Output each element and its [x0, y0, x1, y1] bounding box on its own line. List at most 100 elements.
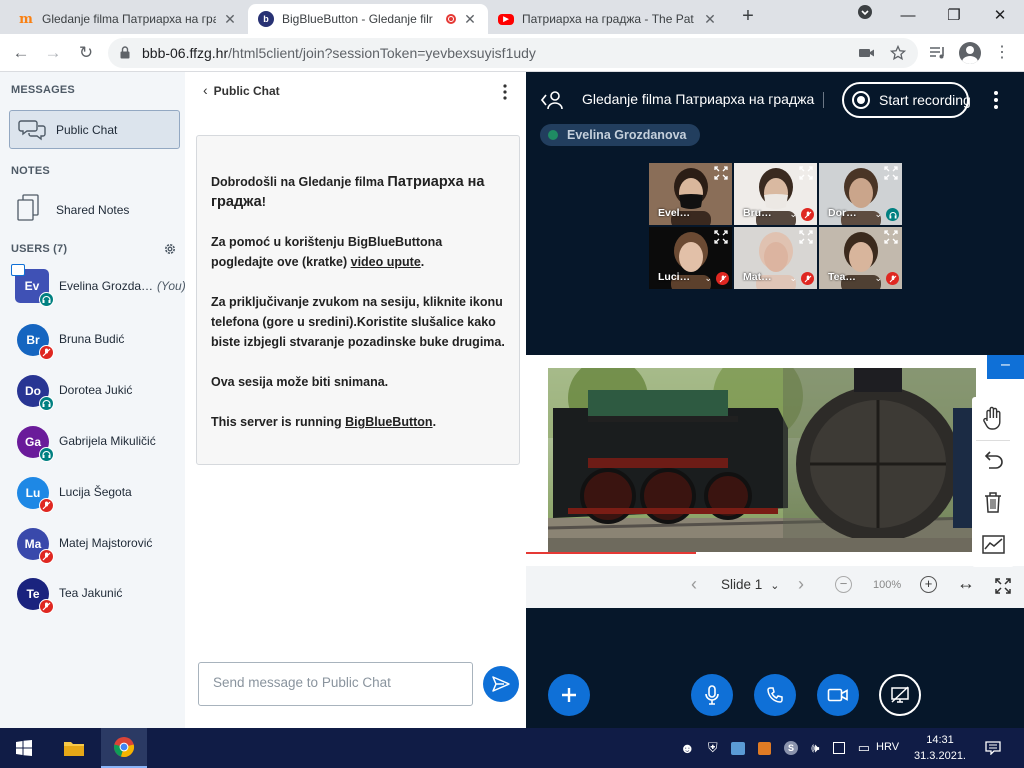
fullscreen-icon[interactable] [714, 230, 728, 244]
sidebar-item-shared-notes[interactable]: Shared Notes [9, 191, 180, 227]
user-name-text: Tea Jakunić [59, 586, 123, 600]
start-recording-label: Start recording [879, 92, 971, 108]
forward-button[interactable]: → [42, 42, 64, 64]
user-list-item[interactable]: Ev Evelina Grozda… (You) [0, 264, 186, 309]
browser-tab-bigbluebutton[interactable]: b BigBlueButton - Gledanje filr ✕ [248, 4, 488, 34]
send-message-button[interactable] [483, 666, 519, 702]
zoom-in-icon[interactable]: + [920, 576, 937, 593]
webcam-tile[interactable]: Mat… ⌄ [734, 227, 817, 289]
talking-indicator[interactable]: Evelina Grozdanova [540, 124, 701, 146]
meeting-options-icon[interactable] [991, 90, 1001, 110]
webcam-user-name: Evel… [658, 207, 691, 219]
clock[interactable]: 14:31 31.3.2021. [906, 732, 974, 764]
restore-window-button[interactable]: ❐ [934, 4, 974, 28]
windows-taskbar: ☻ ⛨ S 🕪 ▭ HRV 14:31 31.3.2021. [0, 728, 1024, 768]
undo-button[interactable] [976, 443, 1010, 477]
user-list-item[interactable]: Br Bruna Budić [0, 318, 185, 362]
minimize-window-button[interactable]: — [888, 4, 928, 28]
speaker-icon[interactable]: 🕪 [811, 740, 819, 756]
camera-permission-icon[interactable] [858, 46, 876, 60]
star-icon[interactable] [890, 45, 906, 61]
zoom-out-icon[interactable]: − [835, 576, 852, 593]
multi-user-whiteboard-button[interactable] [976, 527, 1010, 561]
bigbluebutton-link[interactable]: BigBlueButton [345, 415, 432, 429]
fullscreen-icon[interactable] [995, 578, 1011, 594]
fit-to-width-icon[interactable]: ↔ [957, 573, 975, 594]
fullscreen-icon[interactable] [714, 166, 728, 180]
close-tab-icon[interactable]: ✕ [462, 11, 478, 28]
tray-device-icon[interactable] [832, 742, 845, 754]
tray-app-icon[interactable] [730, 741, 745, 755]
clear-annotations-button[interactable] [976, 485, 1010, 519]
slide-selector[interactable]: Slide 1 ⌄ [721, 577, 780, 592]
welcome-message: Dobrodošli na Gledanje filma Патриарха н… [196, 135, 520, 465]
browser-tab-moodle[interactable]: m Gledanje filma Патриарха на граде ✕ [8, 4, 248, 34]
chevron-down-icon[interactable]: ⌄ [874, 209, 882, 220]
fullscreen-icon[interactable] [884, 230, 898, 244]
fullscreen-icon[interactable] [799, 166, 813, 180]
chevron-down-icon[interactable]: ⌄ [789, 209, 797, 220]
chevron-down-icon[interactable]: ⌄ [789, 273, 797, 284]
taskbar-chrome[interactable] [101, 728, 147, 768]
share-webcam-button[interactable] [817, 674, 859, 716]
start-button[interactable] [0, 728, 48, 768]
user-list-item[interactable]: Do Dorotea Jukić [0, 369, 185, 413]
tray-security-icon[interactable]: ⛨ [708, 740, 718, 756]
muted-mic-icon [801, 272, 814, 285]
chat-title: Public Chat [213, 84, 280, 98]
share-screen-button[interactable] [879, 674, 921, 716]
language-indicator[interactable]: HRV [876, 741, 899, 753]
notifications-button[interactable] [978, 728, 1008, 768]
reload-button[interactable]: ↻ [75, 42, 97, 64]
trash-icon [985, 492, 1001, 513]
webcam-tile[interactable]: Bru… ⌄ [734, 163, 817, 225]
back-button[interactable]: ← [10, 42, 32, 64]
chat-back-button[interactable]: ‹ Public Chat [203, 82, 280, 98]
clock-time: 14:31 [926, 734, 954, 746]
chevron-down-icon[interactable]: ⌄ [874, 273, 882, 284]
user-list-item[interactable]: Lu Lucija Šegota [0, 471, 185, 515]
webcam-tile[interactable]: Luci… ⌄ [649, 227, 732, 289]
user-list-item[interactable]: Ma Matej Majstorović [0, 522, 185, 566]
tab-search-button[interactable] [845, 4, 885, 28]
mute-button[interactable] [691, 674, 733, 716]
tray-people-icon[interactable]: ☻ [680, 740, 695, 756]
new-tab-button[interactable]: + [737, 6, 759, 28]
network-icon[interactable]: ▭ [858, 740, 870, 756]
media-control-icon[interactable] [929, 45, 947, 61]
fullscreen-icon[interactable] [884, 166, 898, 180]
profile-avatar[interactable] [959, 42, 981, 64]
webcam-tile[interactable]: Dor… ⌄ [819, 163, 902, 225]
video-tutorial-link[interactable]: video upute [351, 255, 421, 269]
leave-audio-button[interactable] [754, 674, 796, 716]
tray-skype-icon[interactable]: S [784, 741, 799, 755]
fullscreen-icon[interactable] [799, 230, 813, 244]
chat-options-icon[interactable] [497, 82, 513, 102]
chevron-down-icon: ⌄ [770, 580, 780, 592]
actions-button[interactable] [548, 674, 590, 716]
close-tab-icon[interactable]: ✕ [702, 11, 718, 28]
address-bar[interactable]: bbb-06.ffzg.hr/html5client/join?sessionT… [108, 38, 918, 68]
sidebar-item-public-chat[interactable]: Public Chat [9, 110, 180, 149]
close-tab-icon[interactable]: ✕ [222, 11, 238, 28]
webcam-tile[interactable]: Evel… [649, 163, 732, 225]
chevron-down-icon[interactable]: ⌄ [704, 273, 712, 284]
close-window-button[interactable]: ✕ [980, 4, 1020, 28]
webcam-tile[interactable]: Tea… ⌄ [819, 227, 902, 289]
user-list-item[interactable]: Ga Gabrijela Mikuličić [0, 420, 185, 464]
toggle-userlist-icon[interactable] [540, 90, 564, 110]
user-list-item[interactable]: Te Tea Jakunić [0, 572, 185, 616]
start-recording-button[interactable]: Start recording [842, 82, 971, 118]
browser-tab-youtube[interactable]: ▶ Патриарха на граджа - The Pat ✕ [488, 4, 728, 34]
minimize-presentation-button[interactable]: – [987, 355, 1024, 379]
previous-slide-button[interactable]: ‹ [691, 574, 697, 595]
user-initials: Te [26, 587, 40, 601]
tray-flash-icon[interactable] [757, 741, 771, 755]
browser-menu-button[interactable]: ⋮ [991, 42, 1013, 64]
chat-message-input[interactable]: Send message to Public Chat [198, 662, 473, 706]
taskbar-file-explorer[interactable] [52, 728, 96, 768]
desktop-share-off-icon [891, 686, 909, 703]
next-slide-button[interactable]: › [798, 574, 804, 595]
gear-icon[interactable] [163, 242, 177, 256]
hand-tool-button[interactable] [976, 401, 1010, 435]
